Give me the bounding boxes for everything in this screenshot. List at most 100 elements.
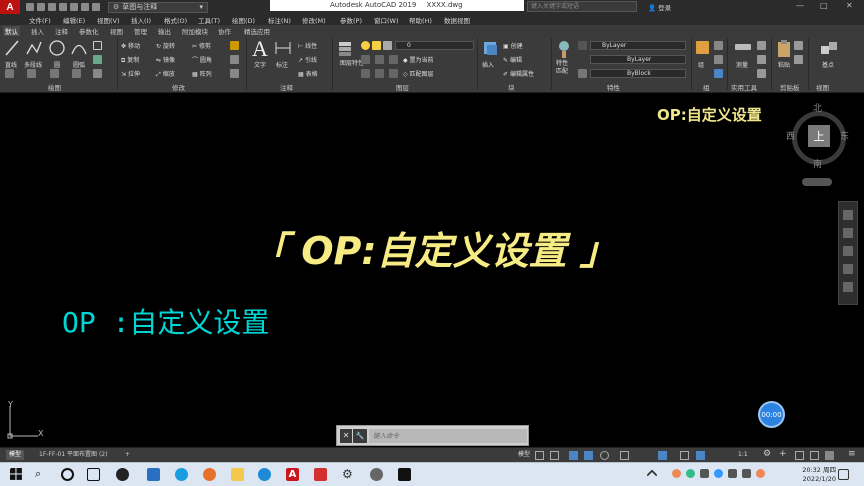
annotation-scale-value[interactable]: 1:1: [735, 450, 751, 460]
arc-tool-icon[interactable]: [70, 39, 88, 57]
copy-icon[interactable]: [794, 55, 803, 64]
isolate-objects-icon[interactable]: [795, 451, 804, 460]
zoom-icon[interactable]: [843, 246, 853, 256]
utility-icon[interactable]: [757, 55, 766, 64]
offset-icon[interactable]: [230, 69, 239, 78]
viewcube[interactable]: 上 北 南 东 西: [786, 101, 849, 177]
settings-icon[interactable]: ⚙: [342, 468, 355, 481]
group-edit-icon[interactable]: [714, 55, 723, 64]
leader-button[interactable]: ↗ 引线: [298, 55, 317, 64]
copy-button[interactable]: ⧉ 复制: [121, 55, 139, 65]
minimize-icon[interactable]: —: [796, 1, 804, 10]
recorder-icon[interactable]: [370, 468, 383, 481]
circle-tool-icon[interactable]: [48, 39, 66, 57]
menu-help[interactable]: 帮助(H): [409, 15, 432, 25]
group-select-icon[interactable]: [714, 69, 723, 78]
hardware-accel-icon[interactable]: [810, 451, 819, 460]
wps-icon[interactable]: [314, 468, 327, 481]
model-space-button[interactable]: 模型: [515, 450, 533, 460]
tab-insert[interactable]: 插入: [31, 26, 44, 36]
clean-screen-icon[interactable]: [825, 451, 834, 460]
tab-view[interactable]: 视图: [110, 26, 123, 36]
edit-attributes-button[interactable]: ✐ 编辑属性: [503, 69, 534, 78]
layer-tool-icon[interactable]: [375, 55, 384, 64]
utility-icon[interactable]: [757, 41, 766, 50]
base-view-icon[interactable]: [820, 40, 838, 56]
customize-wrench-icon[interactable]: 🔧: [353, 429, 367, 443]
capcut-icon[interactable]: [398, 468, 411, 481]
file-explorer-icon[interactable]: [231, 468, 244, 481]
tray-app-icon[interactable]: [686, 469, 695, 478]
maximize-icon[interactable]: □: [820, 1, 828, 10]
group-icon[interactable]: [696, 41, 709, 54]
create-block-button[interactable]: ▣ 创建: [503, 41, 523, 50]
color-dropdown[interactable]: ByLayer: [590, 41, 686, 50]
match-layer-button[interactable]: ◇ 匹配图层: [403, 69, 434, 78]
notification-icon[interactable]: [838, 469, 849, 480]
layer-tool-icon[interactable]: [361, 55, 370, 64]
volume-icon[interactable]: [742, 469, 751, 478]
annotation-panel-title[interactable]: 注释: [280, 82, 293, 92]
properties-panel-title[interactable]: 特性: [607, 82, 620, 92]
close-command-line-icon[interactable]: ✕: [340, 429, 352, 443]
insert-block-icon[interactable]: [481, 39, 499, 59]
otrack-icon[interactable]: [620, 451, 629, 460]
snap-icon[interactable]: [550, 451, 559, 460]
layer-dropdown[interactable]: 0: [395, 41, 474, 50]
spline-tool-icon[interactable]: [5, 69, 14, 78]
customization-menu-icon[interactable]: ≡: [848, 449, 856, 459]
line-tool-icon[interactable]: [5, 40, 19, 56]
autocad-logo-icon[interactable]: A: [0, 0, 20, 14]
compass-west[interactable]: 西: [786, 129, 795, 142]
search-icon[interactable]: ⌕: [35, 468, 48, 481]
tab-layout-1[interactable]: 1F-FF-01 平面布置图 (2): [36, 450, 110, 460]
ungroup-icon[interactable]: [714, 41, 723, 50]
ellipse-tool-icon[interactable]: [27, 69, 36, 78]
full-navigation-wheel-icon[interactable]: [843, 210, 853, 220]
tab-default[interactable]: 默认: [3, 26, 20, 36]
navigation-bar[interactable]: [838, 201, 858, 305]
region-tool-icon[interactable]: [72, 69, 81, 78]
new-file-icon[interactable]: [26, 3, 34, 11]
lineweight-dropdown[interactable]: ByBlock: [590, 69, 686, 78]
paste-icon[interactable]: [776, 39, 792, 59]
menu-parametric[interactable]: 参数(P): [340, 15, 362, 25]
text-tool-icon[interactable]: A: [252, 36, 268, 62]
linear-dim-button[interactable]: ⊢ 线性: [298, 41, 317, 50]
erase-icon[interactable]: [230, 41, 239, 50]
layer-tool-icon[interactable]: [389, 69, 398, 78]
annotation-scale-icon[interactable]: [696, 451, 705, 460]
chevron-up-icon[interactable]: [646, 469, 658, 481]
tray-app-icon[interactable]: [756, 469, 765, 478]
mirror-button[interactable]: ⇋ 镜像: [156, 55, 175, 64]
tab-collaborate[interactable]: 协作: [218, 26, 231, 36]
pan-icon[interactable]: [843, 228, 853, 238]
measure-icon[interactable]: [735, 44, 751, 50]
layer-tool-icon[interactable]: [375, 69, 384, 78]
linetype-dropdown[interactable]: ByLayer: [590, 55, 686, 64]
layers-panel-title[interactable]: 图层: [396, 82, 409, 92]
menu-draw[interactable]: 绘图(D): [232, 15, 255, 25]
system-clock[interactable]: 20:32 周四 2022/1/20: [802, 466, 836, 484]
view-panel-title[interactable]: 视图: [816, 82, 829, 92]
list-icon[interactable]: [578, 69, 587, 78]
add-layout-button[interactable]: +: [122, 450, 133, 460]
print-icon[interactable]: [70, 3, 78, 11]
tray-app-icon[interactable]: [714, 469, 723, 478]
menu-dimension[interactable]: 标注(N): [268, 15, 291, 25]
app-icon[interactable]: [116, 468, 129, 481]
annotation-icon[interactable]: [680, 451, 689, 460]
edit-block-button[interactable]: ✎ 编辑: [503, 55, 522, 64]
login-button[interactable]: 👤 登录: [648, 2, 671, 12]
firefox-icon[interactable]: [203, 468, 216, 481]
dimension-tool-icon[interactable]: [274, 40, 292, 56]
save-icon[interactable]: [48, 3, 56, 11]
clipboard-panel-title[interactable]: 剪贴板: [780, 82, 800, 92]
tab-model[interactable]: 模型: [6, 450, 25, 460]
stretch-button[interactable]: ⇲ 拉伸: [121, 69, 140, 78]
cut-icon[interactable]: [794, 41, 803, 50]
close-icon[interactable]: ✕: [846, 1, 853, 10]
layer-properties-icon[interactable]: [337, 40, 355, 58]
menu-insert[interactable]: 插入(I): [131, 15, 151, 25]
redo-icon[interactable]: [92, 3, 100, 11]
